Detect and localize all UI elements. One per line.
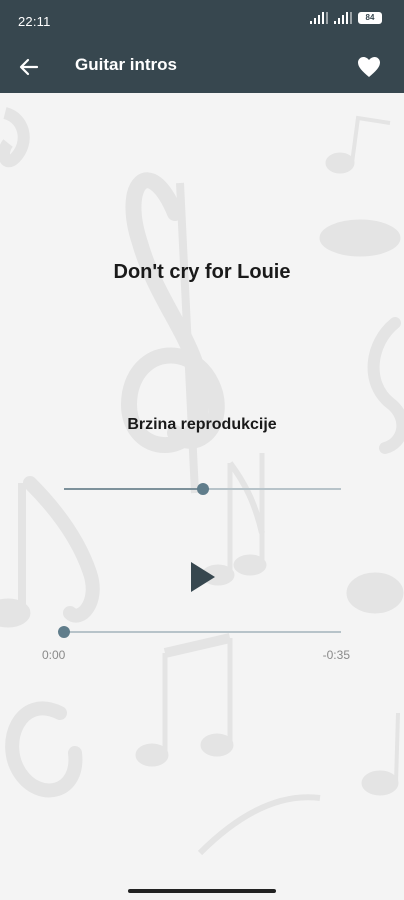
page-title: Guitar intros (75, 55, 178, 74)
battery-icon: 84 (358, 12, 382, 24)
status-icons: 84 (310, 12, 382, 24)
battery-level: 84 (365, 13, 375, 22)
progress-slider-track (64, 631, 341, 633)
signal-icon-2 (334, 12, 352, 24)
back-button[interactable] (14, 52, 44, 82)
status-bar: 22:11 84 (0, 0, 404, 40)
speed-slider-fill (64, 488, 203, 490)
home-indicator[interactable] (128, 889, 276, 893)
heart-icon (358, 57, 380, 77)
progress-slider-thumb[interactable] (58, 626, 70, 638)
arrow-left-icon (19, 58, 39, 76)
player-content: Don't cry for Louie Brzina reprodukcije … (0, 93, 404, 900)
elapsed-time: 0:00 (42, 648, 66, 662)
speed-label: Brzina reprodukcije (127, 416, 277, 433)
app-bar: Guitar intros (0, 40, 404, 93)
speed-slider[interactable] (64, 479, 341, 499)
play-icon (191, 562, 215, 592)
song-title: Don't cry for Louie (113, 261, 291, 283)
remaining-time: -0:35 (322, 648, 350, 662)
signal-icon (310, 12, 328, 24)
favorite-button[interactable] (354, 52, 384, 82)
progress-slider[interactable] (58, 622, 341, 642)
speed-slider-thumb[interactable] (196, 483, 209, 495)
play-button[interactable] (185, 559, 219, 595)
status-time: 22:11 (18, 14, 51, 29)
